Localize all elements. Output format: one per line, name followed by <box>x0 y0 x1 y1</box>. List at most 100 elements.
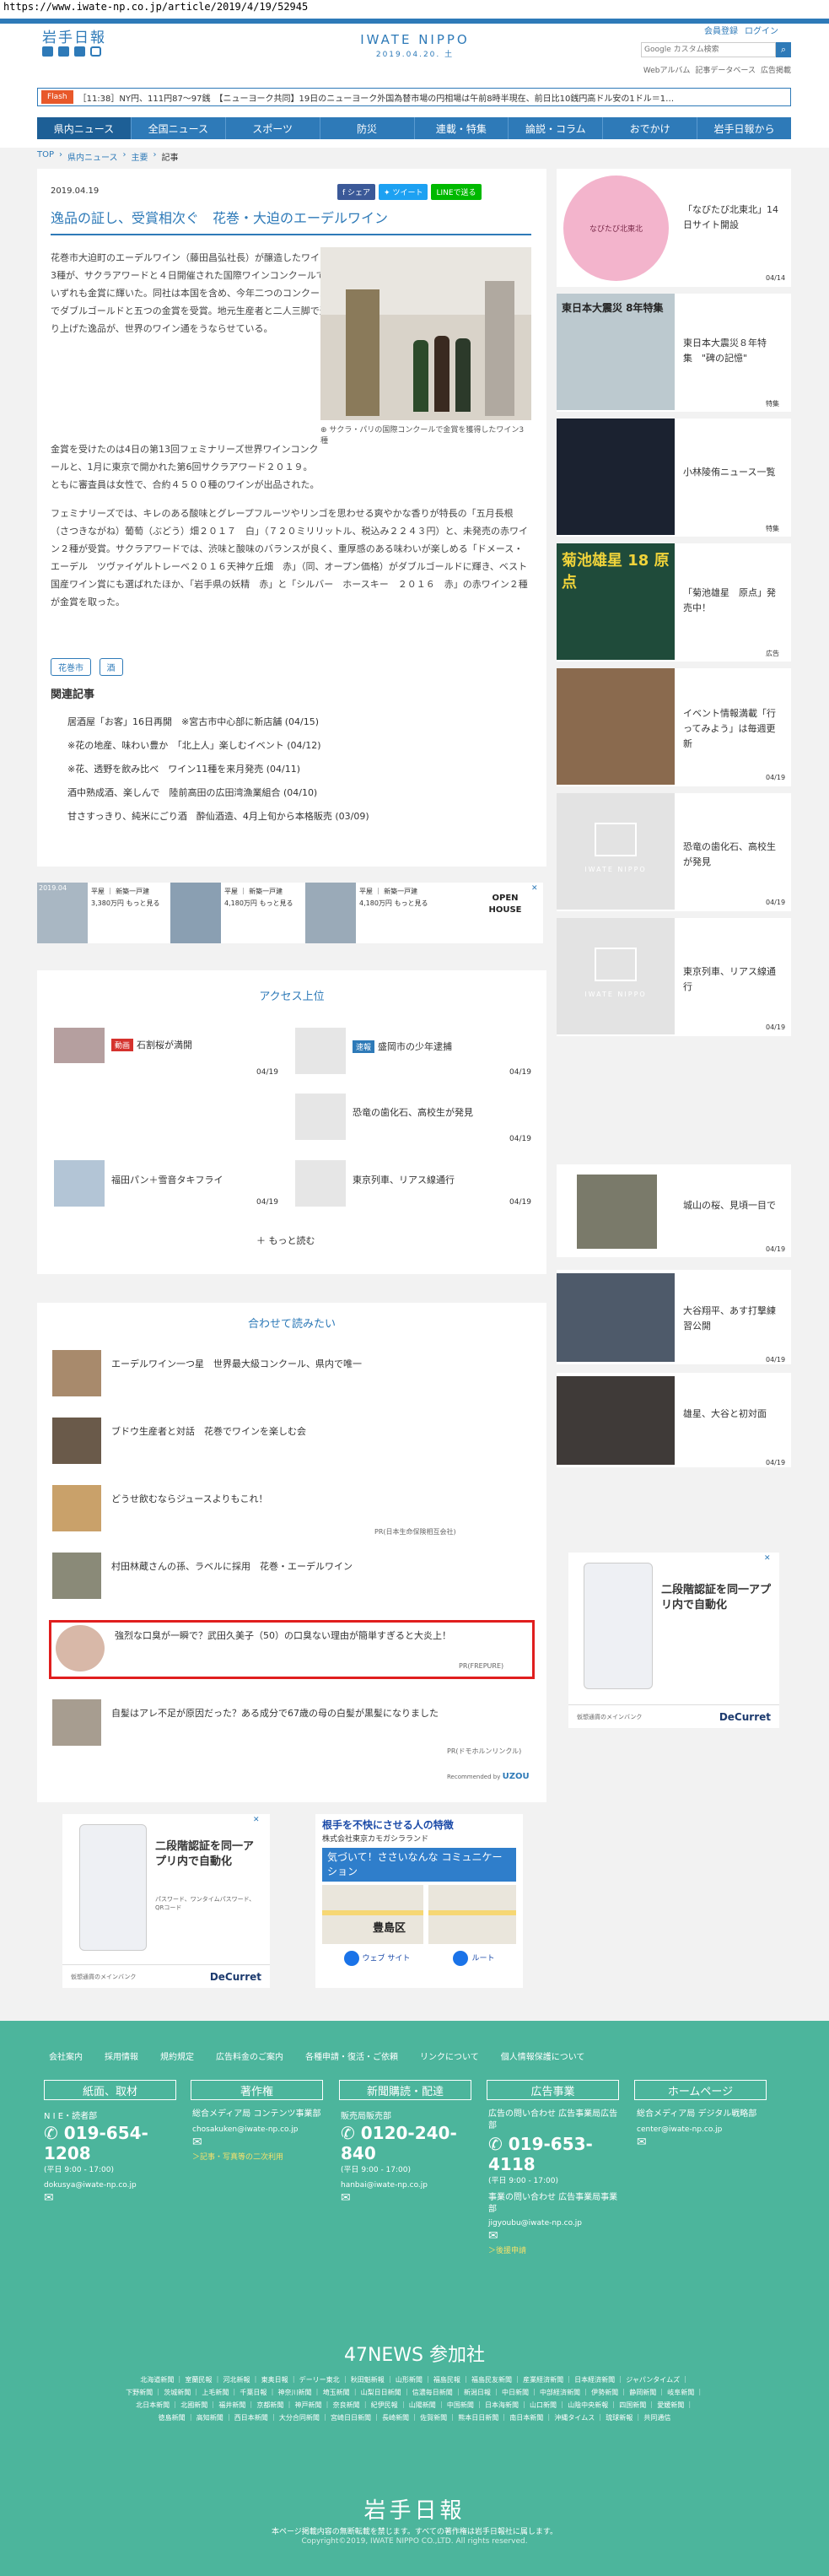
sidebar-item[interactable]: なびたび北東北 「なびたび北東北」14日サイト開設 04/14 <box>557 169 791 287</box>
sponsorship-link[interactable]: ＞後援申請 <box>488 2244 623 2255</box>
phone-number[interactable]: ✆ 019-653-4118 <box>488 2134 623 2174</box>
also-item[interactable]: 強烈な口臭が一瞬で？武田久美子（50）の口臭ない理由が簡単すぎると大炎上！ <box>115 1628 511 1644</box>
register-link[interactable]: 会員登録 <box>704 24 738 36</box>
also-thumb[interactable] <box>52 1699 101 1746</box>
rank-item[interactable]: 速報 盛岡市の少年逮捕 <box>353 1040 452 1053</box>
flash-text[interactable]: ［11:38］NY円、111円87～97銭 【ニューヨーク共同】19日のニューヨ… <box>78 91 770 104</box>
rank-item[interactable]: 東京列車、リアス線通行 <box>353 1173 455 1186</box>
site-logo[interactable]: 岩手日報 <box>42 25 106 46</box>
footer-logo[interactable]: 岩手日報 <box>0 2493 829 2525</box>
related-item[interactable]: 甘さすっきり、純米にごり酒 酔仙酒造、4月上旬から本格販売 (03/09) <box>67 805 369 829</box>
line-icon[interactable] <box>74 46 85 57</box>
footer-section-copyright[interactable]: 著作権 <box>191 2080 323 2100</box>
nav-item-national[interactable]: 全国ニュース <box>130 117 225 139</box>
nav-item-editorial[interactable]: 論説・コラム <box>508 117 602 139</box>
login-link[interactable]: ログイン <box>745 24 778 36</box>
secondary-use-link[interactable]: ＞記事・写真等の二次利用 <box>192 2151 327 2162</box>
mail-icon[interactable]: ✉ <box>488 2229 623 2243</box>
email-link[interactable]: dokusya@iwate-np.co.jp <box>44 2181 179 2190</box>
rank-thumb[interactable] <box>295 1094 346 1140</box>
sidebar-item[interactable]: 城山の桜、見頃一目で 04/19 <box>557 1164 791 1257</box>
rank-thumb[interactable] <box>295 1160 346 1207</box>
line-share-button[interactable]: LINEで送る <box>431 184 482 200</box>
also-thumb[interactable] <box>56 1625 105 1671</box>
rank-thumb[interactable] <box>295 1028 346 1074</box>
email-link[interactable]: hanbai@iwate-np.co.jp <box>341 2181 476 2190</box>
rank-thumb[interactable] <box>54 1160 105 1207</box>
map-ad-right[interactable]: 根手を不快にさせる人の特徴 株式会社東京カモガシラランド 気づいて！ささいなんな… <box>315 1814 523 1988</box>
also-item[interactable]: どうせ飲むならジュースよりもこれ！ <box>111 1492 267 1505</box>
facebook-share-button[interactable]: f シェア <box>337 184 376 200</box>
nav-item-local[interactable]: 県内ニュース <box>37 117 131 139</box>
news47-row[interactable]: 下野新聞 ｜ 茨城新聞 ｜ 上毛新聞 ｜ 千葉日報 ｜ 神奈川新聞 ｜ 埼玉新聞… <box>59 2386 770 2399</box>
news47-row[interactable]: 北日本新聞 ｜ 北國新聞 ｜ 福井新聞 ｜ 京都新聞 ｜ 神戸新聞 ｜ 奈良新聞… <box>59 2399 770 2411</box>
website-button[interactable]: ウェブ サイト <box>343 1951 410 1966</box>
sidebar-item[interactable]: IWATE NIPPO 東京列車、リアス線通行 04/19 <box>557 918 791 1036</box>
instagram-icon[interactable] <box>90 46 101 57</box>
also-thumb[interactable] <box>52 1553 101 1599</box>
news47-row[interactable]: 北海道新聞 ｜ 室蘭民報 ｜ 河北新報 ｜ 東奥日報 ｜ デーリー東北 ｜ 秋田… <box>59 2373 770 2386</box>
article-photo[interactable] <box>320 247 531 420</box>
also-thumb[interactable] <box>52 1418 101 1464</box>
footer-link[interactable]: 会社案内 <box>49 2049 83 2062</box>
search-input[interactable] <box>642 43 760 57</box>
rank-item[interactable]: 恐竜の歯化石、高校生が発見 <box>353 1105 473 1119</box>
breadcrumb-main[interactable]: 主要 <box>132 150 148 163</box>
rank-item[interactable]: 福田パン＋雪音タキフライ <box>111 1173 223 1186</box>
also-thumb[interactable] <box>52 1485 101 1531</box>
more-button[interactable]: ＋ もっと読む <box>256 1234 315 1247</box>
sub-link-database[interactable]: 記事データベース <box>695 64 756 75</box>
ad-close-icon[interactable]: ✕ <box>531 884 538 893</box>
footer-link[interactable]: 採用情報 <box>105 2049 138 2062</box>
related-item[interactable]: ※花、透野を飲み比べ ワイン11種を来月発売 (04/11) <box>67 758 369 781</box>
twitter-icon[interactable] <box>42 46 53 57</box>
housing-ad-strip[interactable]: 2019.04 平屋 ｜ 新築一戸建 3,380万円 もっと見る 平屋 ｜ 新築… <box>37 883 543 943</box>
ad-close-icon[interactable]: ✕ <box>764 1554 771 1563</box>
footer-section-homepage[interactable]: ホームページ <box>634 2080 767 2100</box>
email-link[interactable]: chosakuken@iwate-np.co.jp <box>192 2125 327 2134</box>
sidebar-item[interactable]: 東日本大震災 8年特集 東日本大震災８年特集 "碑の記憶" 特集 <box>557 294 791 412</box>
also-item[interactable]: 自髪はアレ不足が原因だった？ある成分で67歳の母の白髪が黒髪になりました <box>111 1706 533 1720</box>
also-item[interactable]: ブドウ生産者と対話 花巻でワインを楽しむ会 <box>111 1424 306 1438</box>
footer-link[interactable]: 広告料金のご案内 <box>216 2049 283 2062</box>
tag-hanamaki[interactable]: 花巻市 <box>51 658 91 676</box>
sub-link-ads[interactable]: 広告掲載 <box>761 64 791 75</box>
news47-row[interactable]: 徳島新聞 ｜ 高知新聞 ｜ 西日本新聞 ｜ 大分合同新聞 ｜ 宮崎日日新聞 ｜ … <box>59 2411 770 2424</box>
footer-link[interactable]: 各種申請・復活・ご依頼 <box>305 2049 398 2062</box>
route-button[interactable]: ルート <box>453 1951 494 1966</box>
ad-close-icon[interactable]: ✕ <box>253 1816 260 1824</box>
related-item[interactable]: ※花の地産、味わい豊か 「北上人」楽しむイベント (04/12) <box>67 734 369 758</box>
sidebar-item[interactable]: 雄星、大谷と初対面 04/19 <box>557 1373 791 1467</box>
phone-number[interactable]: ✆ 019-654-1208 <box>44 2123 179 2163</box>
nav-item-series[interactable]: 連載・特集 <box>413 117 509 139</box>
mail-icon[interactable]: ✉ <box>637 2136 772 2149</box>
footer-section-editorial[interactable]: 紙面、取材 <box>44 2080 176 2100</box>
mail-icon[interactable]: ✉ <box>44 2191 179 2205</box>
search-button[interactable]: ⌕ <box>776 42 791 57</box>
tag-sake[interactable]: 酒 <box>99 658 123 676</box>
sidebar-item[interactable]: 大谷翔平、あす打撃練習公開 04/19 <box>557 1270 791 1364</box>
decurret-ad-side[interactable]: 二段階認証を同一アプリ内で自動化 仮想通貨のメインバンク DeCurret ✕ <box>568 1553 779 1728</box>
uzou-logo[interactable]: UZOU <box>503 1772 530 1781</box>
mail-icon[interactable]: ✉ <box>341 2191 476 2205</box>
email-link[interactable]: center@iwate-np.co.jp <box>637 2125 772 2134</box>
also-item[interactable]: 村田林蔵さんの孫、ラベルに採用 花巻・エーデルワイン <box>111 1559 353 1573</box>
related-item[interactable]: 酒中熟成酒、楽しんで 陸前高田の広田湾漁業組合 (04/10) <box>67 781 369 805</box>
decurret-ad-left[interactable]: 二段階認証を同一アプリ内で自動化 パスワード、ワンタイムパスワード、QRコード … <box>62 1814 270 1988</box>
sidebar-item[interactable]: イベント情報満載「行ってみよう」は毎週更新 04/19 <box>557 668 791 786</box>
footer-section-advertising[interactable]: 広告事業 <box>487 2080 619 2100</box>
email-link[interactable]: jigyoubu@iwate-np.co.jp <box>488 2219 623 2228</box>
phone-number[interactable]: ✆ 0120-240-840 <box>341 2123 476 2163</box>
footer-link[interactable]: 規約規定 <box>160 2049 194 2062</box>
nav-item-disaster[interactable]: 防災 <box>319 117 414 139</box>
footer-section-subscription[interactable]: 新聞購読・配達 <box>339 2080 471 2100</box>
nav-item-outing[interactable]: おでかけ <box>602 117 697 139</box>
sidebar-item[interactable]: IWATE NIPPO 恐竜の歯化石、高校生が発見 04/19 <box>557 793 791 911</box>
sidebar-item[interactable]: 菊池雄星 18 原点 「菊池雄星 原点」発売中！ 広告 <box>557 543 791 662</box>
sub-link-album[interactable]: Webアルバム <box>643 64 691 75</box>
related-item[interactable]: 居酒屋「お客」16日再開 ※宮古市中心部に新店舗 (04/15) <box>67 710 369 734</box>
nav-item-sports[interactable]: スポーツ <box>224 117 320 139</box>
nav-item-from-nippo[interactable]: 岩手日報から <box>697 117 791 139</box>
breadcrumb-top[interactable]: TOP <box>37 150 54 163</box>
also-thumb[interactable] <box>52 1350 101 1396</box>
